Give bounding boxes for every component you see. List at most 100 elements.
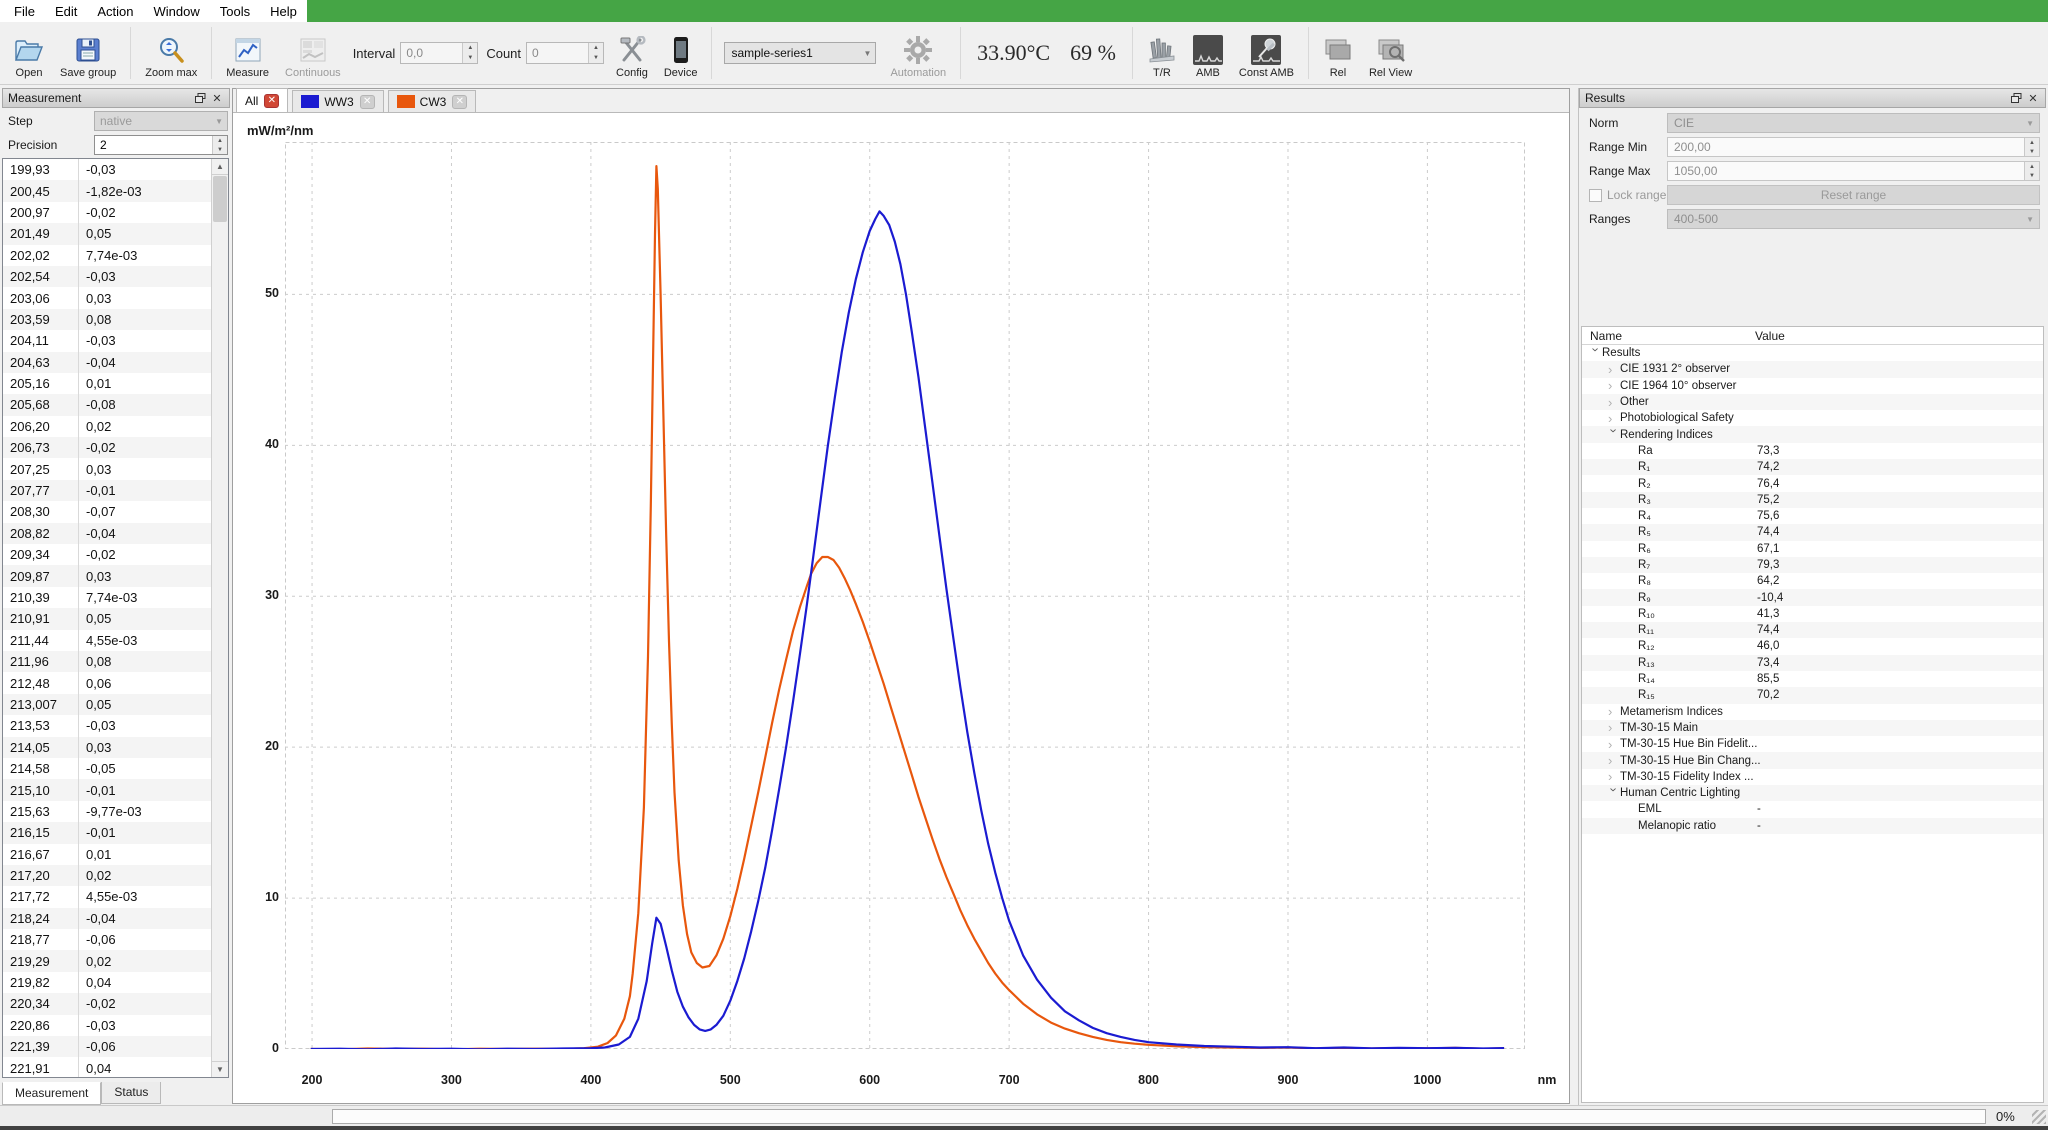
measurement-row[interactable]: 216,15-0,01 bbox=[3, 822, 211, 843]
scroll-down-icon[interactable]: ▼ bbox=[212, 1061, 228, 1077]
measurement-row[interactable]: 219,290,02 bbox=[3, 950, 211, 971]
zoom-max-button[interactable]: Zoom max bbox=[138, 25, 204, 81]
measurement-row[interactable]: 208,82-0,04 bbox=[3, 523, 211, 544]
measurement-row[interactable]: 207,250,03 bbox=[3, 458, 211, 479]
chevron-collapsed-icon[interactable]: › bbox=[1608, 738, 1620, 751]
plot-area[interactable] bbox=[285, 142, 1525, 1049]
measurement-row[interactable]: 200,97-0,02 bbox=[3, 202, 211, 223]
range-max-input[interactable]: 1050,00 ▲▼ bbox=[1667, 161, 2040, 181]
chevron-collapsed-icon[interactable]: › bbox=[1608, 754, 1620, 767]
measurement-row[interactable]: 200,45-1,82e-03 bbox=[3, 180, 211, 201]
ranges-select[interactable]: 400-500 ▼ bbox=[1667, 209, 2040, 229]
tree-row-r-[interactable]: R₁₂46,0 bbox=[1582, 638, 2043, 654]
close-tab-icon[interactable]: ✕ bbox=[264, 94, 279, 108]
continuous-button[interactable]: Continuous bbox=[278, 25, 348, 81]
tree-row-r-[interactable]: R₆67,1 bbox=[1582, 541, 2043, 557]
measurement-row[interactable]: 219,820,04 bbox=[3, 972, 211, 993]
menu-edit[interactable]: Edit bbox=[45, 4, 87, 19]
measurement-row[interactable]: 206,73-0,02 bbox=[3, 437, 211, 458]
tree-row-human-centric-lighting[interactable]: ›Human Centric Lighting bbox=[1582, 785, 2043, 801]
measurement-row[interactable]: 202,027,74e-03 bbox=[3, 245, 211, 266]
chevron-collapsed-icon[interactable]: › bbox=[1608, 379, 1620, 392]
tree-row-r-[interactable]: R₄75,6 bbox=[1582, 508, 2043, 524]
range-max-spinner[interactable]: ▲▼ bbox=[2024, 162, 2039, 180]
tree-row-r-[interactable]: R₁₃73,4 bbox=[1582, 655, 2043, 671]
tree-row-r-[interactable]: R₃75,2 bbox=[1582, 492, 2043, 508]
tree-row-other[interactable]: ›Other bbox=[1582, 394, 2043, 410]
measurement-row[interactable]: 209,870,03 bbox=[3, 565, 211, 586]
norm-select[interactable]: CIE ▼ bbox=[1667, 113, 2040, 133]
tab-cw3[interactable]: CW3 ✕ bbox=[388, 90, 477, 112]
tree-row-r-[interactable]: R₇79,3 bbox=[1582, 557, 2043, 573]
tree-row-metamerism-indices[interactable]: ›Metamerism Indices bbox=[1582, 704, 2043, 720]
measurement-row[interactable]: 218,24-0,04 bbox=[3, 908, 211, 929]
chevron-expanded-icon[interactable]: › bbox=[1608, 429, 1621, 441]
tab-all[interactable]: All ✕ bbox=[236, 88, 288, 112]
chevron-collapsed-icon[interactable]: › bbox=[1608, 705, 1620, 718]
tree-row-ra[interactable]: Ra73,3 bbox=[1582, 443, 2043, 459]
save-group-button[interactable]: Save group bbox=[53, 25, 123, 81]
measurement-row[interactable]: 202,54-0,03 bbox=[3, 266, 211, 287]
tree-row-cie-1964-10-observer[interactable]: ›CIE 1964 10° observer bbox=[1582, 378, 2043, 394]
tree-row-r-[interactable]: R₉-10,4 bbox=[1582, 589, 2043, 605]
float-panel-icon[interactable] bbox=[193, 91, 207, 105]
chevron-expanded-icon[interactable]: › bbox=[1608, 787, 1621, 799]
measurement-row[interactable]: 213,53-0,03 bbox=[3, 715, 211, 736]
tree-row-tm-30-15-fidelity-index-[interactable]: ›TM-30-15 Fidelity Index ... bbox=[1582, 769, 2043, 785]
measurement-row[interactable]: 217,724,55e-03 bbox=[3, 886, 211, 907]
measurement-row[interactable]: 215,10-0,01 bbox=[3, 779, 211, 800]
tree-row-r-[interactable]: R₁₁74,4 bbox=[1582, 622, 2043, 638]
measurement-scrollbar[interactable]: ▲ ▼ bbox=[211, 159, 228, 1077]
measurement-row[interactable]: 218,77-0,06 bbox=[3, 929, 211, 950]
automation-button[interactable]: Automation bbox=[883, 25, 953, 81]
tree-row-tm-30-15-main[interactable]: ›TM-30-15 Main bbox=[1582, 720, 2043, 736]
chevron-collapsed-icon[interactable]: › bbox=[1608, 721, 1620, 734]
tree-row-r-[interactable]: R₂76,4 bbox=[1582, 475, 2043, 491]
rel-view-button[interactable]: Rel View bbox=[1362, 25, 1419, 81]
measurement-row[interactable]: 221,910,04 bbox=[3, 1057, 211, 1078]
menu-file[interactable]: File bbox=[4, 4, 45, 19]
chevron-collapsed-icon[interactable]: › bbox=[1608, 770, 1620, 783]
tree-row-r-[interactable]: R₁₅70,2 bbox=[1582, 687, 2043, 703]
measurement-row[interactable]: 214,58-0,05 bbox=[3, 758, 211, 779]
reset-range-button[interactable]: Reset range bbox=[1667, 185, 2040, 205]
measurement-row[interactable]: 221,39-0,06 bbox=[3, 1036, 211, 1057]
measurement-row[interactable]: 217,200,02 bbox=[3, 865, 211, 886]
count-spinner[interactable]: ▲▼ bbox=[588, 43, 603, 63]
spectrum-chart[interactable]: mW/m²/nm 2003004005006007008009001000 01… bbox=[233, 113, 1569, 1103]
menu-tools[interactable]: Tools bbox=[210, 4, 260, 19]
step-select[interactable]: native ▼ bbox=[94, 111, 228, 131]
amb-button[interactable]: AMB bbox=[1186, 25, 1230, 81]
menu-help[interactable]: Help bbox=[260, 4, 307, 19]
tree-row-r-[interactable]: R₁₄85,5 bbox=[1582, 671, 2043, 687]
scroll-up-icon[interactable]: ▲ bbox=[212, 159, 228, 175]
tree-row-results[interactable]: ›Results bbox=[1582, 345, 2043, 361]
tree-row-tm-30-15-hue-bin-chang-[interactable]: ›TM-30-15 Hue Bin Chang... bbox=[1582, 752, 2043, 768]
tree-row-photobiological-safety[interactable]: ›Photobiological Safety bbox=[1582, 410, 2043, 426]
open-button[interactable]: Open bbox=[7, 25, 51, 81]
tree-row-r-[interactable]: R₁74,2 bbox=[1582, 459, 2043, 475]
measurement-row[interactable]: 214,050,03 bbox=[3, 737, 211, 758]
measurement-row[interactable]: 206,200,02 bbox=[3, 416, 211, 437]
close-tab-icon[interactable]: ✕ bbox=[452, 95, 467, 109]
range-min-input[interactable]: 200,00 ▲▼ bbox=[1667, 137, 2040, 157]
measurement-row[interactable]: 215,63-9,77e-03 bbox=[3, 801, 211, 822]
config-button[interactable]: Config bbox=[609, 25, 655, 81]
interval-spinner[interactable]: ▲▼ bbox=[462, 43, 477, 63]
chevron-collapsed-icon[interactable]: › bbox=[1608, 396, 1620, 409]
measurement-row[interactable]: 213,0070,05 bbox=[3, 694, 211, 715]
scrollbar-thumb[interactable] bbox=[213, 176, 227, 222]
measurement-row[interactable]: 204,11-0,03 bbox=[3, 330, 211, 351]
measurement-row[interactable]: 209,34-0,02 bbox=[3, 544, 211, 565]
chevron-collapsed-icon[interactable]: › bbox=[1608, 363, 1620, 376]
measurement-row[interactable]: 211,444,55e-03 bbox=[3, 630, 211, 651]
tab-ww3[interactable]: WW3 ✕ bbox=[292, 90, 383, 112]
measurement-row[interactable]: 210,397,74e-03 bbox=[3, 587, 211, 608]
menu-window[interactable]: Window bbox=[144, 4, 210, 19]
tree-row-tm-30-15-hue-bin-fidelit-[interactable]: ›TM-30-15 Hue Bin Fidelit... bbox=[1582, 736, 2043, 752]
series-select[interactable]: sample-series1 ▼ bbox=[724, 42, 876, 64]
tree-row-rendering-indices[interactable]: ›Rendering Indices bbox=[1582, 426, 2043, 442]
measurement-row[interactable]: 203,060,03 bbox=[3, 287, 211, 308]
measurement-row[interactable]: 212,480,06 bbox=[3, 672, 211, 693]
measurement-row[interactable]: 208,30-0,07 bbox=[3, 501, 211, 522]
